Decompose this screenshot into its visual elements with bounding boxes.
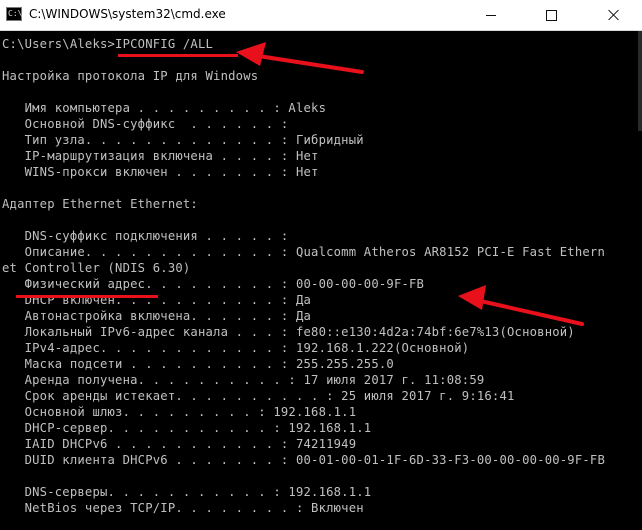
console-line: et Controller (NDIS 6.30) bbox=[2, 261, 191, 275]
console-line: Тип узла. . . . . . . . . . . . . : Гибр… bbox=[2, 133, 364, 147]
console-line: IAID DHCPv6 . . . . . . . . . . . : 7421… bbox=[2, 437, 357, 451]
console-line: IPv4-адрес. . . . . . . . . . . . : 192.… bbox=[2, 341, 470, 355]
console-line: DHCP-сервер. . . . . . . . . . . : 192.1… bbox=[2, 421, 372, 435]
console-line: Имя компьютера . . . . . . . . . : Aleks bbox=[2, 101, 327, 115]
title-bar[interactable]: C:\ C:\WINDOWS\system32\cmd.exe bbox=[0, 0, 642, 31]
console-line: Адаптер Ethernet Ethernet: bbox=[2, 197, 198, 211]
console-line-prompt: C:\Users\Aleks>IPCONFIG /ALL bbox=[2, 37, 214, 51]
console-line: Автонастройка включена. . . . . . : Да bbox=[2, 309, 312, 323]
console-line: DHCP включен. . . . . . . . . . . : Да bbox=[2, 293, 312, 307]
cmd-icon: C:\ bbox=[6, 7, 22, 21]
console-line-mac-address: Физический адрес. . . . . . . . . : 00-0… bbox=[2, 277, 425, 291]
console-line: Локальный IPv6-адрес канала . . . : fe80… bbox=[2, 325, 575, 339]
maximize-button[interactable] bbox=[528, 0, 574, 30]
minimize-button[interactable] bbox=[468, 0, 514, 30]
console-output[interactable]: C:\Users\Aleks>IPCONFIG /ALL Настройка п… bbox=[0, 31, 642, 530]
minimize-icon bbox=[486, 14, 496, 16]
console-line: Маска подсети . . . . . . . . . . : 255.… bbox=[2, 357, 394, 371]
console-line: Описание. . . . . . . . . . . . . : Qual… bbox=[2, 245, 605, 259]
scrollbar[interactable] bbox=[638, 31, 642, 131]
console-line: WINS-прокси включен . . . . . . . : Нет bbox=[2, 165, 319, 179]
console-line: IP-маршрутизация включена . . . . : Нет bbox=[2, 149, 319, 163]
console-line: Основной DNS-суффикс . . . . . . : bbox=[2, 117, 289, 131]
close-button[interactable] bbox=[586, 0, 642, 30]
console-line: DNS-серверы. . . . . . . . . . . : 192.1… bbox=[2, 485, 372, 499]
console-line: Основной шлюз. . . . . . . . . : 192.168… bbox=[2, 405, 357, 419]
window-title: C:\WINDOWS\system32\cmd.exe bbox=[29, 7, 226, 21]
console-line: Срок аренды истекает. . . . . . . . . . … bbox=[2, 389, 515, 403]
console-line: NetBios через TCP/IP. . . . . . . . : Вк… bbox=[2, 501, 364, 515]
console-line: Аренда получена. . . . . . . . . . : 17 … bbox=[2, 373, 485, 387]
maximize-icon bbox=[545, 9, 557, 21]
close-icon bbox=[608, 9, 620, 21]
console-line: DNS-суффикс подключения . . . . . : bbox=[2, 229, 289, 243]
console-line: DUID клиента DHCPv6 . . . . . . . : 00-0… bbox=[2, 453, 605, 467]
console-line: Настройка протокола IP для Windows bbox=[2, 69, 259, 83]
